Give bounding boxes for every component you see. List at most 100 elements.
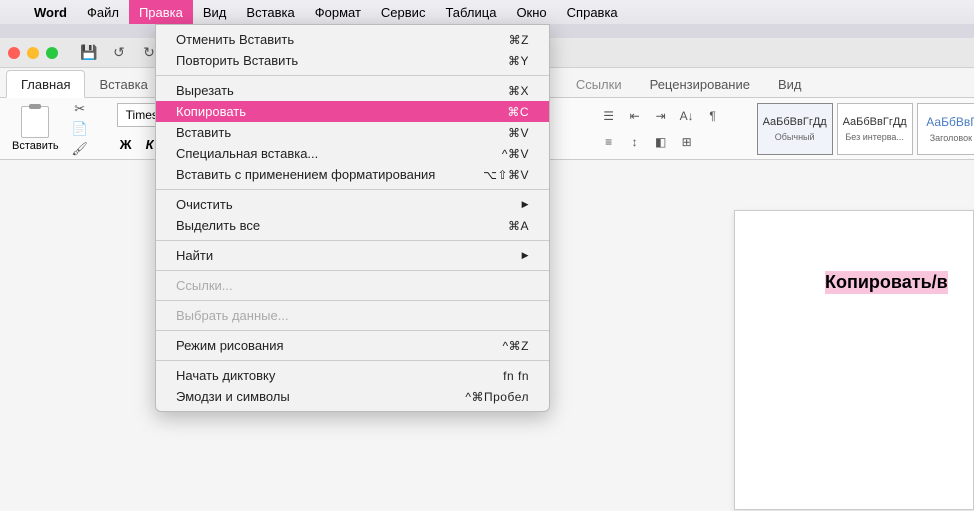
menu-item-label: Повторить Вставить	[176, 53, 298, 68]
tab-insert[interactable]: Вставка	[85, 71, 161, 97]
menu-separator	[156, 240, 549, 241]
undo-icon[interactable]: ↺	[108, 42, 130, 64]
menu-item-эмодзи-и-символы[interactable]: Эмодзи и символы^⌘Пробел	[156, 386, 549, 407]
menu-item-label: Выделить все	[176, 218, 260, 233]
paste-label: Вставить	[12, 140, 59, 152]
save-icon[interactable]: 💾	[78, 42, 100, 64]
align-left-button[interactable]: ≡	[597, 131, 621, 153]
bold-button[interactable]: Ж	[117, 137, 135, 152]
menu-shortcut: ⌘C	[507, 105, 529, 119]
menu-service[interactable]: Сервис	[371, 0, 436, 24]
menu-item-label: Начать диктовку	[176, 368, 275, 383]
menu-item-label: Копировать	[176, 104, 246, 119]
style-heading1[interactable]: АаБбВвГг, Заголовок 1	[917, 103, 974, 155]
minimize-window-button[interactable]	[27, 47, 39, 59]
menu-item-label: Вставить	[176, 125, 231, 140]
menu-item-label: Выбрать данные...	[176, 308, 289, 323]
menu-item-label: Ссылки...	[176, 278, 233, 293]
menu-item-label: Эмодзи и символы	[176, 389, 290, 404]
submenu-arrow-icon: ▶	[522, 199, 529, 210]
menu-shortcut: ⌘A	[508, 219, 529, 233]
menu-separator	[156, 189, 549, 190]
menu-item-режим-рисования[interactable]: Режим рисования ^⌘Z	[156, 335, 549, 356]
cut-icon[interactable]: ✂	[71, 101, 89, 117]
menu-item-ссылки: Ссылки...	[156, 275, 549, 296]
menu-format[interactable]: Формат	[305, 0, 371, 24]
menu-help[interactable]: Справка	[557, 0, 628, 24]
menu-item-вставить[interactable]: Вставить ⌘V	[156, 122, 549, 143]
style-preview: АаБбВвГгДд	[843, 116, 907, 128]
indent-decrease-button[interactable]: ⇤	[623, 105, 647, 127]
menu-item-выделить-все[interactable]: Выделить все ⌘A	[156, 215, 549, 236]
style-label: Без интерва...	[845, 132, 904, 142]
menu-item-label: Вырезать	[176, 83, 234, 98]
zoom-window-button[interactable]	[46, 47, 58, 59]
paste-button[interactable]: Вставить	[12, 106, 59, 152]
style-preview: АаБбВвГг,	[926, 115, 974, 129]
menu-shortcut: fn fn	[503, 369, 529, 383]
menu-shortcut: ^⌘Z	[503, 339, 529, 353]
submenu-arrow-icon: ▶	[522, 250, 529, 261]
traffic-lights	[8, 47, 58, 59]
menu-separator	[156, 360, 549, 361]
bullets-button[interactable]: ☰	[597, 105, 621, 127]
menu-view[interactable]: Вид	[193, 0, 237, 24]
menu-shortcut: ⌘Z	[509, 33, 529, 47]
borders-button[interactable]: ⊞	[675, 131, 699, 153]
menu-item-label: Вставить с применением форматирования	[176, 167, 435, 182]
menu-separator	[156, 75, 549, 76]
menu-item-очистить[interactable]: Очистить ▶	[156, 194, 549, 215]
menu-shortcut: ⌘V	[508, 126, 529, 140]
tab-links-partial[interactable]: Ссылки	[562, 71, 636, 97]
style-label: Обычный	[775, 132, 815, 142]
menu-shortcut: ^⌘V	[502, 147, 529, 161]
menu-separator	[156, 330, 549, 331]
menu-item-повторить-вставить[interactable]: Повторить Вставить ⌘Y	[156, 50, 549, 71]
clipboard-group: Вставить	[8, 106, 63, 152]
menu-table[interactable]: Таблица	[435, 0, 506, 24]
menu-item-вставить-с-применением-форматирования[interactable]: Вставить с применением форматирования ⌥⇧⌘…	[156, 164, 549, 185]
menu-insert[interactable]: Вставка	[236, 0, 304, 24]
font-style-row: Ж К	[117, 135, 159, 155]
close-window-button[interactable]	[8, 47, 20, 59]
clipboard-mini: ✂ 📄 🖌	[71, 101, 89, 157]
edit-menu-dropdown: Отменить Вставить ⌘Z Повторить Вставить ⌘Y В…	[155, 24, 550, 412]
app-menu[interactable]: Word	[24, 0, 77, 24]
paragraph-group: ☰ ⇤ ⇥ A↓ ¶ ≡ ↕ ◧ ⊞	[597, 105, 725, 153]
menu-separator	[156, 300, 549, 301]
menu-item-label: Очистить	[176, 197, 233, 212]
style-no-spacing[interactable]: АаБбВвГгДд Без интерва...	[837, 103, 913, 155]
menu-file[interactable]: Файл	[77, 0, 129, 24]
styles-gallery: АаБбВвГгДд Обычный АаБбВвГгДд Без интерв…	[757, 103, 974, 155]
selected-text[interactable]: Копировать/в	[825, 271, 948, 294]
menu-item-копировать[interactable]: Копировать ⌘C	[156, 101, 549, 122]
menu-item-специальная-вставка[interactable]: Специальная вставка...^⌘V	[156, 143, 549, 164]
menu-item-отменить-вставить[interactable]: Отменить Вставить ⌘Z	[156, 29, 549, 50]
menu-item-найти[interactable]: Найти ▶	[156, 245, 549, 266]
menu-edit[interactable]: Правка	[129, 0, 193, 24]
menu-item-label: Найти	[176, 248, 213, 263]
menu-item-label: Режим рисования	[176, 338, 284, 353]
style-label: Заголовок 1	[930, 133, 974, 143]
menu-separator	[156, 270, 549, 271]
show-marks-button[interactable]: ¶	[701, 105, 725, 127]
menu-window[interactable]: Окно	[506, 0, 556, 24]
menu-item-начать-диктовку[interactable]: Начать диктовку fn fn	[156, 365, 549, 386]
tab-review[interactable]: Рецензирование	[636, 71, 764, 97]
tab-view[interactable]: Вид	[764, 71, 816, 97]
tab-home[interactable]: Главная	[6, 70, 85, 98]
menu-shortcut: ⌘X	[508, 84, 529, 98]
copy-icon[interactable]: 📄	[71, 121, 89, 137]
shading-button[interactable]: ◧	[649, 131, 673, 153]
menu-item-вырезать[interactable]: Вырезать ⌘X	[156, 80, 549, 101]
indent-increase-button[interactable]: ⇥	[649, 105, 673, 127]
format-painter-icon[interactable]: 🖌	[71, 141, 89, 157]
menu-shortcut: ⌥⇧⌘V	[483, 168, 529, 182]
style-normal[interactable]: АаБбВвГгДд Обычный	[757, 103, 833, 155]
page[interactable]: Копировать/в	[734, 210, 974, 510]
mac-menubar: Word Файл Правка Вид Вставка Формат Серв…	[0, 0, 974, 24]
menu-shortcut: ⌘Y	[508, 54, 529, 68]
line-spacing-button[interactable]: ↕	[623, 131, 647, 153]
menu-item-label: Отменить Вставить	[176, 32, 294, 47]
sort-button[interactable]: A↓	[675, 105, 699, 127]
